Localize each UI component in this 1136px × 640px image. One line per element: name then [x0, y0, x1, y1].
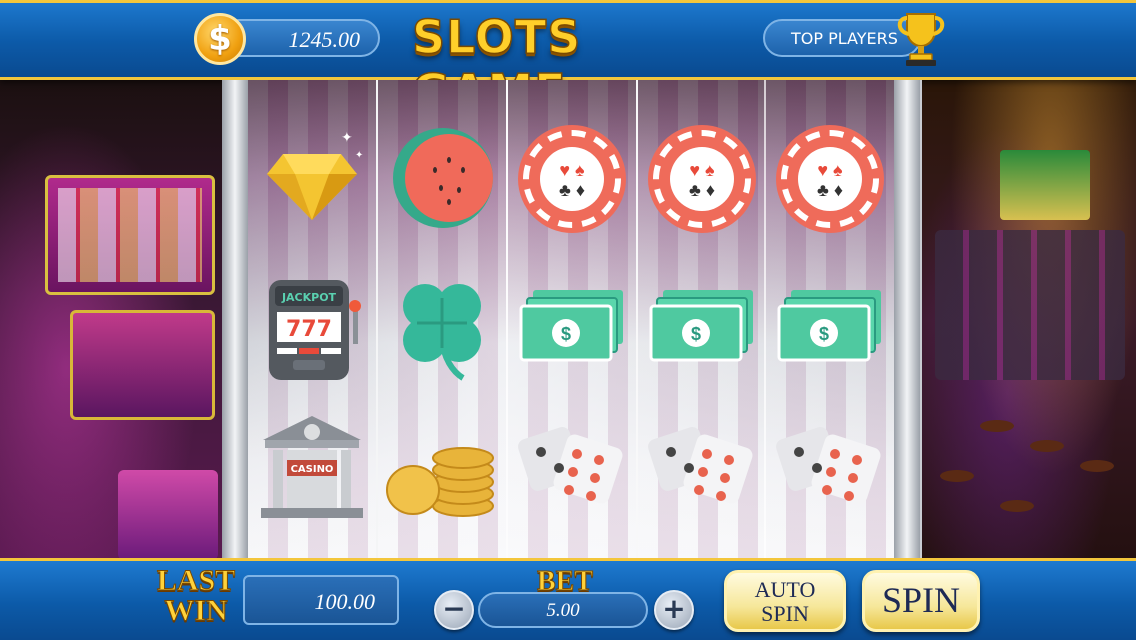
- reel-symbol: CASINO: [248, 398, 376, 540]
- cash-stack-icon: $: [519, 290, 623, 362]
- svg-text:$: $: [561, 324, 571, 344]
- reel-symbol: $: [508, 256, 636, 398]
- dice-icon: [776, 427, 881, 504]
- svg-text:CASINO: CASINO: [291, 464, 334, 475]
- clover-icon: [403, 284, 481, 381]
- reel-divider: [506, 80, 508, 558]
- gold-coins-icon: [386, 447, 494, 517]
- last-win-value: 100.00: [243, 575, 399, 625]
- last-win-label-line1: LAST: [156, 564, 236, 597]
- auto-spin-label-line2: SPIN: [761, 601, 809, 626]
- background-slot-machine: [118, 470, 218, 560]
- dice-icon: [518, 427, 623, 504]
- reel-3: ♥ ♠ ♣ ♦ $: [508, 80, 636, 558]
- background-stool: [1030, 440, 1064, 452]
- reel-divider: [376, 80, 378, 558]
- background-stool: [940, 470, 974, 482]
- svg-text:JACKPOT: JACKPOT: [281, 291, 337, 304]
- decrease-bet-button[interactable]: −: [434, 590, 474, 630]
- svg-text:✦: ✦: [341, 129, 353, 145]
- increase-bet-button[interactable]: +: [654, 590, 694, 630]
- background-stool: [980, 420, 1014, 432]
- reel-4: ♥ ♠ ♣ ♦ $: [638, 80, 766, 558]
- reel-symbol: [508, 398, 636, 540]
- background-sign: [1000, 150, 1090, 220]
- poker-chip-icon: ♥ ♠ ♣ ♦: [776, 125, 884, 233]
- reel-divider: [764, 80, 766, 558]
- svg-text:♥ ♠: ♥ ♠: [817, 160, 843, 180]
- svg-text:♥ ♠: ♥ ♠: [689, 160, 715, 180]
- last-win-label-line2: WIN: [164, 594, 228, 627]
- last-win-label: LAST WIN: [150, 564, 242, 627]
- background-stool: [1080, 460, 1114, 472]
- reel-2: [378, 80, 506, 558]
- svg-text:777: 777: [286, 317, 332, 342]
- reel-symbol: [638, 398, 766, 540]
- reel-symbol: [378, 398, 506, 540]
- casino-building-icon: CASINO: [261, 416, 363, 518]
- reel-5: ♥ ♠ ♣ ♦ $: [766, 80, 894, 558]
- dice-icon: [648, 427, 753, 504]
- reel-symbol: ♥ ♠ ♣ ♦: [638, 108, 766, 250]
- reel-symbol: [378, 108, 506, 250]
- auto-spin-button[interactable]: AUTO SPIN: [724, 570, 846, 632]
- reel-symbol: ♥ ♠ ♣ ♦: [766, 108, 894, 250]
- reel-left-rail: [222, 80, 248, 558]
- reel-symbol: ♥ ♠ ♣ ♦: [508, 108, 636, 250]
- reel-divider: [636, 80, 638, 558]
- svg-text:♣ ♦: ♣ ♦: [689, 180, 715, 200]
- game-title: SLOTS GAME: [411, 9, 582, 119]
- reel-symbol: $: [638, 256, 766, 398]
- svg-text:♥ ♠: ♥ ♠: [559, 160, 585, 180]
- svg-text:$: $: [691, 324, 701, 344]
- watermelon-icon: [393, 128, 493, 228]
- cash-stack-icon: $: [649, 290, 753, 362]
- auto-spin-label-line1: AUTO: [754, 577, 816, 602]
- reel-symbol: [766, 398, 894, 540]
- reel-symbol: $: [766, 256, 894, 398]
- reel-symbol: [378, 256, 506, 398]
- poker-chip-icon: ♥ ♠ ♣ ♦: [518, 125, 626, 233]
- reel-right-rail: [894, 80, 920, 558]
- svg-text:✦: ✦: [355, 150, 363, 161]
- reel-symbol: ✦ ✦: [248, 108, 376, 250]
- cash-stack-icon: $: [777, 290, 881, 362]
- background-slot-row: [935, 230, 1125, 380]
- svg-text:♣ ♦: ♣ ♦: [559, 180, 585, 200]
- svg-text:$: $: [819, 324, 829, 344]
- jackpot-machine-icon: JACKPOT 777: [269, 280, 361, 380]
- background-stool: [1000, 500, 1034, 512]
- poker-chip-icon: ♥ ♠ ♣ ♦: [648, 125, 756, 233]
- spin-button[interactable]: SPIN: [862, 570, 980, 632]
- dollar-coin-icon: $: [194, 13, 246, 65]
- svg-text:♣ ♦: ♣ ♦: [817, 180, 843, 200]
- diamond-icon: ✦ ✦: [267, 129, 363, 220]
- background-slot-machine: [70, 310, 215, 420]
- reel-1: ✦ ✦ JACKPOT 777 CASINO: [248, 80, 376, 558]
- reel-symbol: JACKPOT 777: [248, 256, 376, 398]
- bet-value: 5.00: [478, 592, 648, 628]
- trophy-icon[interactable]: [893, 8, 949, 68]
- background-slot-machine: [45, 175, 215, 295]
